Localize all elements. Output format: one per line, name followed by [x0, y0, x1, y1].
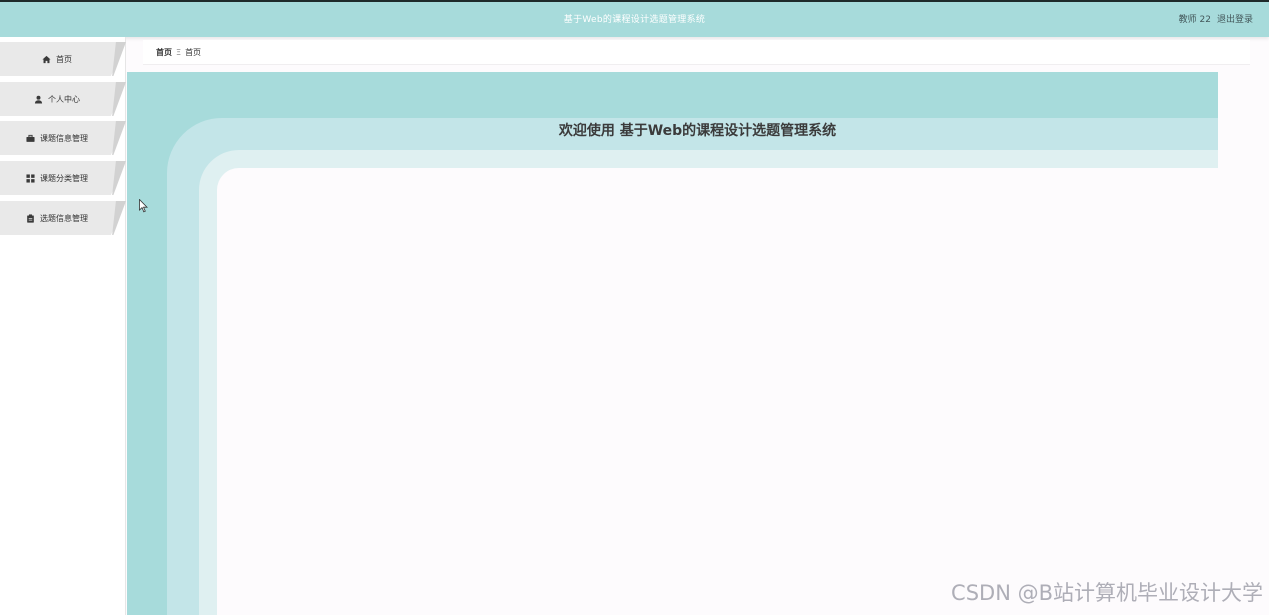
breadcrumb-current: 首页	[185, 47, 202, 57]
sidebar-item-label: 课题信息管理	[40, 133, 88, 143]
sidebar: 首页 个人中心 课题信息管理 课题分类管理 选题信息管理	[0, 37, 126, 615]
clipboard-icon	[27, 213, 34, 223]
content-area	[217, 168, 1218, 615]
page: 基于Web的课程设计选题管理系统 教师 22 退出登录 首页 个人中心 课题信息…	[0, 0, 1269, 615]
mouse-cursor-icon	[139, 199, 148, 213]
welcome-banner	[127, 72, 1218, 615]
sidebar-item-topic-info[interactable]: 课题信息管理	[0, 121, 126, 155]
breadcrumb-home[interactable]: 首页	[156, 47, 172, 58]
logout-link[interactable]: 退出登录	[1217, 12, 1253, 25]
sidebar-item-label: 个人中心	[48, 94, 80, 104]
grid-icon	[26, 173, 35, 183]
breadcrumb-separator: Ξ	[176, 47, 182, 57]
welcome-heading: 欢迎使用 基于Web的课程设计选题管理系统	[558, 123, 837, 139]
sidebar-item-label: 首页	[56, 54, 72, 64]
breadcrumb: 首页 Ξ 首页	[143, 40, 1250, 65]
home-icon	[42, 55, 51, 63]
sidebar-item-topic-category[interactable]: 课题分类管理	[0, 161, 126, 195]
sidebar-item-personal-center[interactable]: 个人中心	[0, 82, 126, 116]
sidebar-item-label: 选题信息管理	[40, 213, 88, 223]
right-margin	[1218, 72, 1269, 615]
user-icon	[34, 95, 43, 104]
sidebar-item-home[interactable]: 首页	[0, 42, 126, 76]
top-bar: 基于Web的课程设计选题管理系统 教师 22 退出登录	[0, 0, 1269, 37]
sidebar-item-selection-info[interactable]: 选题信息管理	[0, 201, 126, 235]
app-title: 基于Web的课程设计选题管理系统	[563, 15, 706, 25]
watermark: CSDN @B站计算机毕业设计大学	[951, 581, 1263, 605]
sidebar-item-label: 课题分类管理	[40, 173, 88, 183]
current-user: 教师 22	[1178, 15, 1211, 25]
briefcase-icon	[26, 134, 35, 142]
